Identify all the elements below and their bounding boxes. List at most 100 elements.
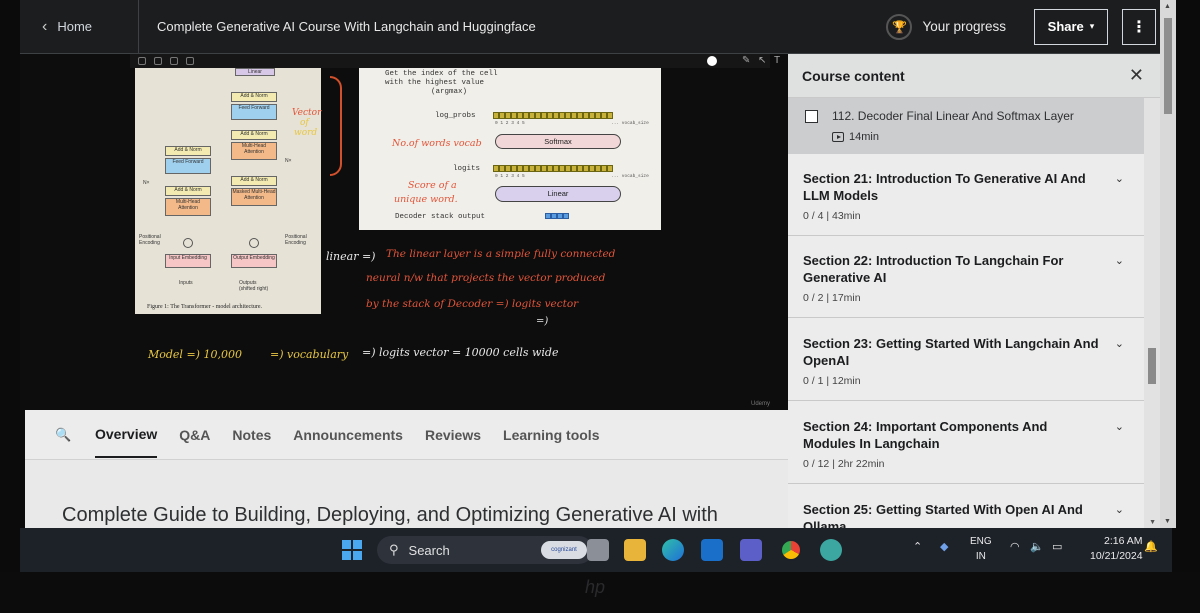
hp-logo: hp xyxy=(585,577,606,597)
chevron-up-icon[interactable]: ⌃ xyxy=(913,540,922,553)
figure-add-norm-block: Add & Norm xyxy=(231,92,277,102)
chevron-left-icon: ‹ xyxy=(42,17,48,35)
close-icon[interactable]: ✕ xyxy=(1129,65,1144,86)
lecture-duration: 14min xyxy=(832,131,879,143)
section-item[interactable]: Section 22: Introduction To Langchain Fo… xyxy=(788,236,1144,318)
scroll-down-icon[interactable]: ▼ xyxy=(1149,519,1156,526)
note-vocab: =) vocabulary xyxy=(270,348,349,361)
figure-multi-head-block: Multi-Head Attention xyxy=(165,198,211,216)
course-content-sidebar: Course content ✕ 112. Decoder Final Line… xyxy=(788,54,1160,528)
tab-notes[interactable]: Notes xyxy=(232,413,271,457)
transformer-figure: Linear Add & Norm Feed Forward Add & Nor… xyxy=(135,68,321,314)
more-options-button[interactable]: ⋮ xyxy=(1122,8,1156,45)
teams-icon[interactable] xyxy=(740,539,762,561)
chevron-down-icon: ⌄ xyxy=(1114,421,1124,433)
tab-overview[interactable]: Overview xyxy=(95,412,158,458)
logits-cells xyxy=(493,165,613,172)
language-indicator[interactable]: ENG IN xyxy=(970,534,992,564)
wifi-icon[interactable]: ◠ xyxy=(1010,540,1020,553)
tab-reviews[interactable]: Reviews xyxy=(425,413,481,457)
sidebar-scroll-thumb[interactable] xyxy=(1148,348,1156,384)
note-linear-text-2: neural n/w that projects the vector prod… xyxy=(366,272,606,284)
course-title: Complete Generative AI Course With Langc… xyxy=(157,19,536,34)
language-code: ENG xyxy=(970,536,992,547)
sidebar-scrollbar[interactable]: ▼ xyxy=(1144,98,1160,528)
page-scroll-thumb[interactable] xyxy=(1164,18,1172,114)
taskbar-search-label: Search xyxy=(408,542,450,558)
section-item[interactable]: Section 23: Getting Started With Langcha… xyxy=(788,319,1144,401)
sidebar-header: Course content ✕ xyxy=(788,54,1160,98)
pointer-icon[interactable]: ↖ xyxy=(758,55,766,66)
section-item[interactable]: Section 21: Introduction To Generative A… xyxy=(788,154,1144,236)
decoder-output-cells xyxy=(545,213,569,219)
clock-time: 2:16 AM xyxy=(1104,535,1143,547)
color-picker-icon[interactable] xyxy=(707,56,717,66)
share-button[interactable]: Share ▾ xyxy=(1034,8,1108,45)
video-player[interactable]: ✎ ↖ T ✎ ⌫ ◉ Linear Add & Norm Feed Forwa… xyxy=(20,54,788,410)
text-tool-icon[interactable]: T xyxy=(774,55,780,66)
battery-icon[interactable]: ▭ xyxy=(1052,540,1062,553)
logits-label: logits xyxy=(453,165,481,173)
taskbar-search[interactable]: ⚲ Search cognizant xyxy=(377,536,593,564)
remote-app-icon[interactable]: ◆ xyxy=(940,540,948,553)
figure-add-norm-block: Add & Norm xyxy=(231,176,277,186)
figure-inputs-label: Inputs xyxy=(179,280,193,286)
note-score-2: unique word. xyxy=(394,194,458,205)
vocab-size-label: ... vocab_size xyxy=(611,174,649,179)
notification-bell-icon[interactable]: 🔔 xyxy=(1144,540,1158,553)
tab-qa[interactable]: Q&A xyxy=(179,413,210,457)
lecture-title: 112. Decoder Final Linear And Softmax La… xyxy=(832,109,1074,123)
file-explorer-icon[interactable] xyxy=(624,539,646,561)
figure-outputs-label: Outputs (shifted right) xyxy=(239,280,269,292)
outlook-icon[interactable] xyxy=(701,539,723,561)
note-score-1: Score of a xyxy=(408,180,457,191)
lecture-duration-label: 14min xyxy=(849,131,879,143)
positional-encoding-icon xyxy=(183,238,193,248)
lecture-complete-checkbox[interactable] xyxy=(805,110,818,123)
note-of: of xyxy=(300,118,309,128)
chevron-down-icon: ⌄ xyxy=(1114,504,1124,516)
figure-input-embedding-block: Input Embedding xyxy=(165,254,211,268)
figure-add-norm-block: Add & Norm xyxy=(231,130,277,140)
toolbar-window-icon xyxy=(186,57,194,65)
progress-label: Your progress xyxy=(922,19,1006,34)
current-lecture-item[interactable]: 112. Decoder Final Linear And Softmax La… xyxy=(788,98,1144,154)
system-clock[interactable]: 2:16 AM 10/21/2024 xyxy=(1090,534,1143,564)
trophy-icon: 🏆 xyxy=(886,13,913,40)
more-vertical-icon: ⋮ xyxy=(1131,18,1147,36)
edge-browser-icon[interactable] xyxy=(662,539,684,561)
section-meta: 0 / 12 | 2hr 22min xyxy=(803,458,885,470)
section-item[interactable]: Section 24: Important Components And Mod… xyxy=(788,402,1144,484)
decoder-output-label: Decoder stack output xyxy=(395,213,486,221)
diagram-heading-1: Get the index of the cell xyxy=(385,70,498,78)
figure-nx-label: N× xyxy=(285,158,292,164)
progress-button[interactable]: 🏆 Your progress xyxy=(886,13,1006,40)
scroll-down-icon[interactable]: ▼ xyxy=(1164,518,1171,525)
pen-icon[interactable]: ✎ xyxy=(742,55,750,66)
windows-start-icon[interactable] xyxy=(342,540,362,560)
diagram-heading-3: (argmax) xyxy=(431,88,468,96)
volume-icon[interactable]: 🔈 xyxy=(1030,540,1044,553)
tab-learning-tools[interactable]: Learning tools xyxy=(503,413,599,457)
figure-add-norm-block: Add & Norm xyxy=(165,186,211,196)
search-icon[interactable]: 🔍 xyxy=(55,427,85,443)
section-item[interactable]: Section 25: Getting Started With Open AI… xyxy=(788,485,1144,528)
note-word: word xyxy=(294,128,318,138)
back-home-link[interactable]: ‹ Home xyxy=(20,18,138,36)
scroll-up-icon[interactable]: ▲ xyxy=(1164,3,1171,10)
overview-panel: Complete Guide to Building, Deploying, a… xyxy=(25,460,788,528)
page-scrollbar[interactable]: ▲ ▼ xyxy=(1160,0,1176,528)
search-highlight-badge: cognizant xyxy=(541,541,587,559)
red-bracket-annotation xyxy=(330,76,342,176)
tab-announcements[interactable]: Announcements xyxy=(293,413,403,457)
figure-linear-block: Linear xyxy=(235,68,275,76)
chrome-icon[interactable] xyxy=(780,539,802,561)
chevron-down-icon: ⌄ xyxy=(1114,173,1124,185)
search-icon: ⚲ xyxy=(389,542,399,557)
log-probs-label: log_probs xyxy=(435,112,476,120)
maps-app-icon[interactable] xyxy=(820,539,842,561)
video-icon xyxy=(832,132,844,142)
figure-feed-forward-block: Feed Forward xyxy=(165,158,211,174)
clock-date: 10/21/2024 xyxy=(1090,550,1143,562)
task-view-icon[interactable] xyxy=(587,539,609,561)
